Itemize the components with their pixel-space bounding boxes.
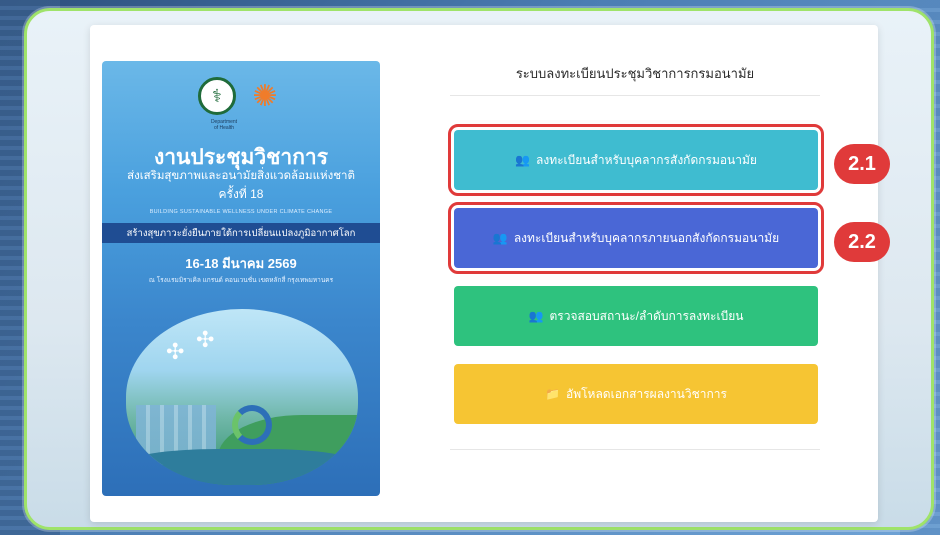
- poster-date: 16-18 มีนาคม 2569: [185, 256, 297, 271]
- poster-english-theme: BUILDING SUSTAINABLE WELLNESS UNDER CLIM…: [149, 209, 333, 215]
- step-badge: 2.2: [834, 222, 890, 262]
- check-status-button[interactable]: 👥 ตรวจสอบสถานะ/ลำดับการลงทะเบียน: [454, 286, 818, 346]
- poster-edition: ครั้งที่ 18: [218, 187, 264, 201]
- users-icon: 👥: [528, 309, 544, 323]
- system-title: ระบบลงทะเบียนประชุมวิชาการกรมอนามัย: [515, 66, 755, 81]
- department-of-health-logo: ⚕: [198, 77, 236, 115]
- poster-illustration: ✣ ✣: [126, 309, 358, 485]
- divider: [450, 449, 820, 450]
- poster-theme-band: สร้างสุขภาวะยั่งยืนภายใต้การเปลี่ยนแปลงภ…: [102, 223, 380, 243]
- check-status-label: ตรวจสอบสถานะ/ลำดับการลงทะเบียน: [549, 308, 744, 323]
- wind-turbine-icon: ✣: [166, 339, 185, 364]
- highlight-box-external: [448, 202, 824, 274]
- poster-venue: ณ โรงแรมมิราเคิล แกรนด์ คอนเวนชั่น เขตหล…: [148, 277, 334, 284]
- conference-logo: ✺: [252, 79, 278, 113]
- highlight-box-internal: [448, 124, 824, 196]
- poster-subtitle: ส่งเสริมสุขภาพและอนามัยสิ่งแวดล้อมแห่งชา…: [127, 170, 355, 182]
- registration-card: ⚕ ✺ Department of Health งานประชุมวิชากา…: [90, 25, 878, 522]
- folder-icon: 📁: [545, 387, 560, 401]
- recycle-swirl-icon: [232, 405, 272, 445]
- poster-logos: ⚕ ✺: [102, 77, 380, 115]
- upload-documents-button[interactable]: 📁 อัพโหลดเอกสารผลงานวิชาการ: [454, 364, 818, 424]
- poster-department: Department of Health: [210, 119, 238, 131]
- conference-poster: ⚕ ✺ Department of Health งานประชุมวิชากา…: [102, 61, 380, 496]
- divider: [450, 95, 820, 96]
- step-badge: 2.1: [834, 144, 890, 184]
- upload-documents-label: อัพโหลดเอกสารผลงานวิชาการ: [565, 386, 727, 401]
- wind-turbine-icon: ✣: [196, 327, 215, 352]
- water-illustration: [126, 449, 358, 485]
